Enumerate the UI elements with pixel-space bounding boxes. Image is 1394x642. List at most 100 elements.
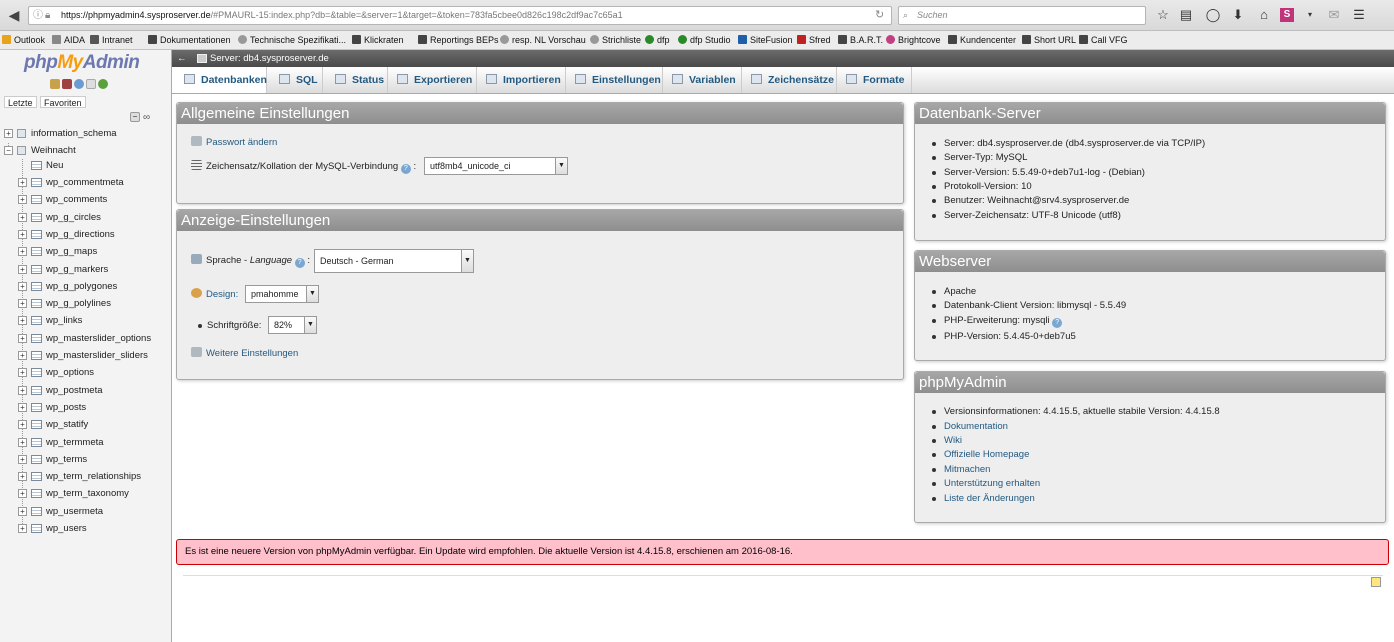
- search-input[interactable]: ⌕ Suchen: [898, 6, 1146, 25]
- tab-favorites[interactable]: Favoriten: [40, 96, 86, 108]
- tab-engines[interactable]: Formate: [837, 67, 912, 93]
- design-select[interactable]: pmahomme ▼: [245, 285, 319, 303]
- tab-import[interactable]: Importieren: [477, 67, 566, 93]
- docs-icon[interactable]: [86, 79, 96, 89]
- server-breadcrumb[interactable]: Server: db4.sysproserver.de: [210, 50, 329, 67]
- tab-recent[interactable]: Letzte: [4, 96, 37, 108]
- expand-icon[interactable]: +: [18, 195, 27, 205]
- expand-icon[interactable]: +: [18, 524, 27, 533]
- home-icon[interactable]: [50, 79, 60, 89]
- extension-icon[interactable]: ✉: [1324, 6, 1344, 24]
- url-path: /#PMAURL-15:index.php?db=&table=&server=…: [210, 10, 623, 20]
- bookmark-dfp[interactable]: dfp: [645, 34, 670, 47]
- expand-icon[interactable]: +: [18, 212, 27, 222]
- expand-icon[interactable]: +: [18, 506, 27, 516]
- download-icon[interactable]: ⬇: [1228, 6, 1248, 24]
- logout-icon[interactable]: [62, 79, 72, 89]
- change-password-link[interactable]: Passwort ändern: [191, 136, 277, 150]
- appearance-settings-title: Anzeige-Einstellungen: [177, 210, 903, 231]
- expand-icon[interactable]: +: [18, 247, 27, 257]
- tab-databases[interactable]: Datenbanken: [172, 67, 267, 93]
- pocket-icon[interactable]: ◯: [1203, 6, 1223, 24]
- url-field[interactable]: ⓘ 🔒︎ https://phpmyadmin4.sysproserver.de…: [28, 6, 892, 25]
- extension-s-icon[interactable]: S: [1280, 8, 1294, 22]
- help-icon[interactable]: ?: [294, 258, 305, 268]
- expand-icon[interactable]: +: [18, 454, 27, 464]
- dropdown-arrow-icon[interactable]: ▾: [1300, 6, 1320, 24]
- reading-list-icon[interactable]: ▤: [1176, 6, 1196, 24]
- bookmark-outlook[interactable]: Outlook: [2, 34, 45, 47]
- bookmark-klickraten[interactable]: Klickraten: [352, 34, 404, 47]
- bookmark-tech-spec[interactable]: Technische Spezifikati...: [238, 34, 346, 47]
- bookmark-brightcove[interactable]: Brightcove: [886, 34, 941, 47]
- bookmark-kundencenter[interactable]: Kundencenter: [948, 34, 1016, 47]
- collation-label: Zeichensatz/Kollation der MySQL-Verbindu…: [191, 160, 416, 174]
- bookmark-star-icon[interactable]: ☆: [1153, 6, 1173, 24]
- back-icon[interactable]: ◀: [3, 5, 25, 25]
- collapse-nav-icon[interactable]: ←: [177, 50, 187, 67]
- expand-icon[interactable]: +: [18, 489, 27, 499]
- expand-icon[interactable]: +: [18, 229, 27, 239]
- fontsize-label: Schriftgröße:: [198, 319, 261, 333]
- phpmyadmin-logo[interactable]: phpMyAdmin: [24, 52, 140, 74]
- databases-icon: [184, 74, 195, 84]
- collapse-icon[interactable]: −: [4, 146, 13, 155]
- help-icon[interactable]: [74, 79, 84, 89]
- language-select[interactable]: Deutsch - German ▼: [314, 249, 474, 273]
- expand-icon[interactable]: +: [18, 368, 27, 378]
- bookmark-short-url[interactable]: Short URL: [1022, 34, 1076, 47]
- wiki-link[interactable]: Wiki: [932, 434, 962, 448]
- bookmark-strichliste[interactable]: Strichliste: [590, 34, 641, 47]
- expand-icon[interactable]: +: [18, 264, 27, 274]
- link-icon[interactable]: ∞: [143, 112, 150, 123]
- expand-icon[interactable]: +: [18, 385, 27, 395]
- console-icon[interactable]: [1371, 577, 1381, 587]
- expand-icon[interactable]: +: [18, 316, 27, 326]
- bookmark-intranet[interactable]: Intranet: [90, 34, 133, 47]
- bookmark-bart[interactable]: B.A.R.T.: [838, 34, 883, 47]
- home-icon[interactable]: ⌂: [1254, 6, 1274, 24]
- fontsize-select[interactable]: 82% ▼: [268, 316, 317, 334]
- expand-icon[interactable]: +: [18, 437, 27, 447]
- bookmark-sitefusion[interactable]: SiteFusion: [738, 34, 793, 47]
- tab-charsets[interactable]: Zeichensätze: [742, 67, 837, 93]
- reload-icon[interactable]: ↻: [875, 7, 884, 24]
- tab-variables[interactable]: Variablen: [663, 67, 742, 93]
- more-settings-link[interactable]: Weitere Einstellungen: [191, 347, 298, 361]
- contribute-link[interactable]: Mitmachen: [931, 463, 990, 477]
- server-type-item: Server-Typ: MySQL: [931, 152, 1028, 163]
- expand-icon[interactable]: +: [18, 351, 27, 360]
- collapse-all-icon[interactable]: −: [130, 112, 140, 122]
- expand-icon[interactable]: +: [18, 178, 27, 187]
- bookmark-dokumentationen[interactable]: Dokumentationen: [148, 34, 231, 47]
- tab-settings[interactable]: Einstellungen: [566, 67, 663, 93]
- nav-icon-bar: [50, 79, 110, 91]
- documentation-link[interactable]: Dokumentation: [932, 420, 1008, 434]
- homepage-link[interactable]: Offizielle Homepage: [931, 448, 1029, 462]
- support-link[interactable]: Unterstützung erhalten: [931, 477, 1040, 491]
- bookmark-call-vfg[interactable]: Call VFG: [1079, 34, 1128, 47]
- expand-icon[interactable]: +: [18, 402, 27, 412]
- collation-select[interactable]: utf8mb4_unicode_ci ▼: [424, 157, 568, 175]
- bookmark-nl-vorschau[interactable]: resp. NL Vorschau: [500, 34, 586, 47]
- bookmark-sfred[interactable]: Sfred: [797, 34, 831, 47]
- table-icon: [31, 351, 42, 360]
- bookmark-reportings[interactable]: Reportings BEPs: [418, 34, 499, 47]
- tab-sql[interactable]: SQL: [267, 67, 323, 93]
- reload-nav-icon[interactable]: [98, 79, 108, 89]
- bookmark-aida[interactable]: AIDA: [52, 34, 85, 47]
- bookmark-dfp-studio[interactable]: dfp Studio: [678, 34, 731, 47]
- expand-icon[interactable]: +: [18, 472, 27, 482]
- menu-icon[interactable]: ☰: [1349, 6, 1369, 24]
- expand-icon[interactable]: +: [4, 129, 13, 138]
- help-icon[interactable]: ?: [400, 164, 411, 174]
- expand-icon[interactable]: +: [18, 333, 27, 343]
- help-icon[interactable]: ?: [1052, 318, 1063, 328]
- design-label: Design:: [191, 288, 238, 302]
- changelog-link[interactable]: Liste der Änderungen: [932, 492, 1035, 506]
- expand-icon[interactable]: +: [18, 299, 27, 309]
- tab-export[interactable]: Exportieren: [388, 67, 477, 93]
- expand-icon[interactable]: +: [18, 281, 27, 291]
- expand-icon[interactable]: +: [18, 420, 27, 430]
- tab-status[interactable]: Status: [323, 67, 388, 93]
